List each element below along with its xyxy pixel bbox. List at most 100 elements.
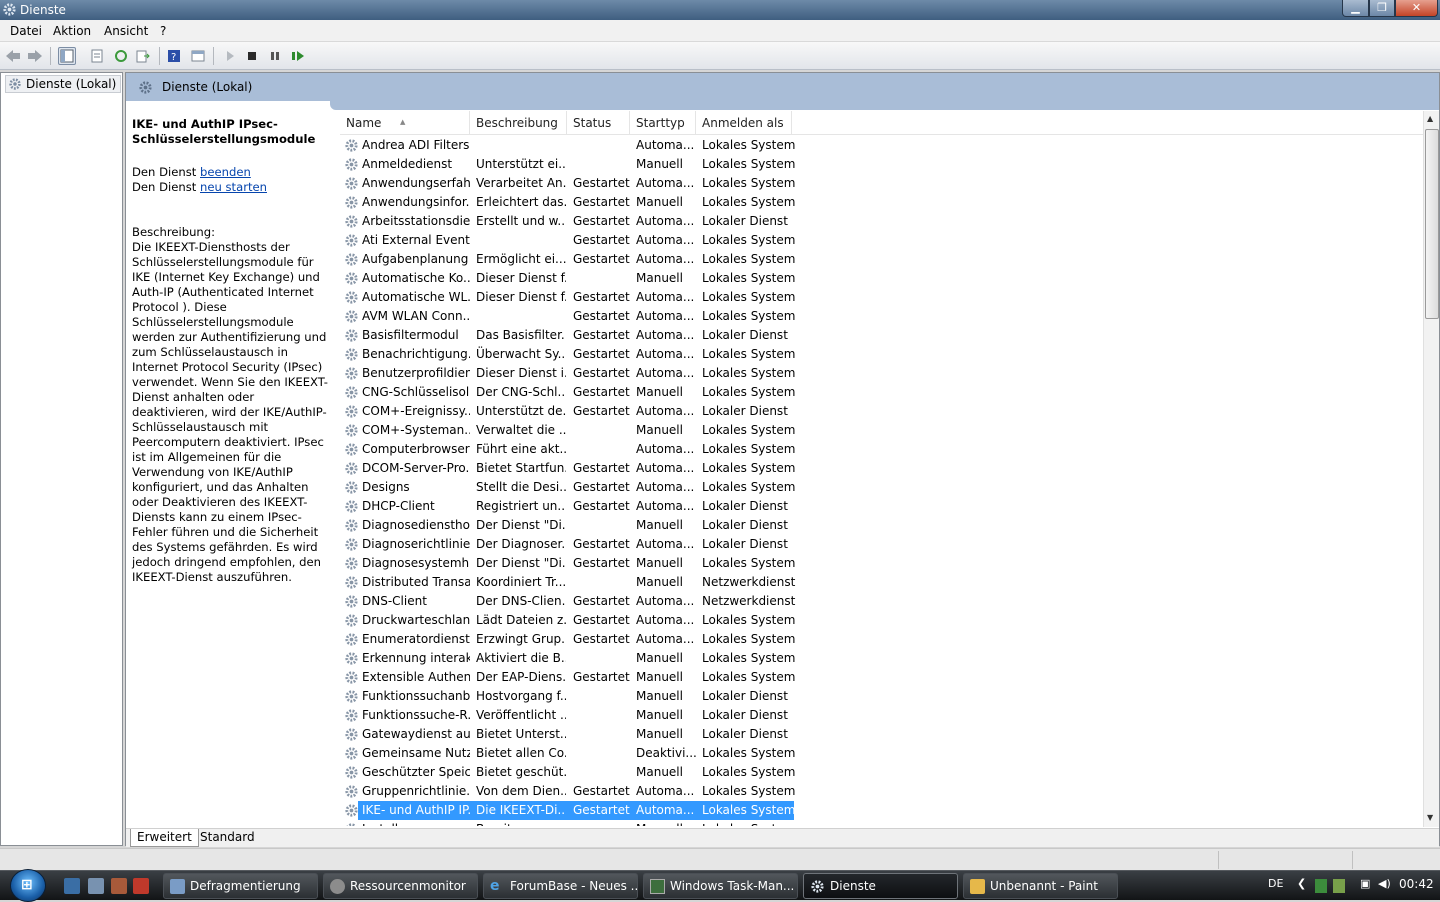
close-button[interactable]: ✕ <box>1395 0 1438 17</box>
taskbar: ⊞ Defragmentierung Ressourcenmonitor e Fo… <box>0 869 1440 902</box>
table-row[interactable]: Automatische WL... Dieser Dienst f... Gest… <box>340 288 800 307</box>
view-icon[interactable] <box>189 47 207 65</box>
table-row[interactable]: DNS-Client Der DNS-Clien... Gestartet Autom… <box>340 592 800 611</box>
column-header-logon[interactable]: Anmelden als <box>696 111 792 135</box>
column-header-status[interactable]: Status <box>567 111 630 135</box>
network-icon[interactable]: ▣ <box>1360 877 1370 890</box>
restart-icon[interactable] <box>289 47 307 65</box>
language-indicator[interactable]: DE <box>1268 877 1283 890</box>
table-row[interactable]: IKE- und AuthIP IP... Die IKEEXT-Di... Ges… <box>340 801 800 820</box>
service-starttype: Automa... <box>636 537 695 551</box>
taskbar-button-paint[interactable]: Unbenannt - Paint <box>963 873 1118 899</box>
table-row[interactable]: Diagnoserichtlinie... Der Diagnoser... Ges… <box>340 535 800 554</box>
table-row[interactable]: Install... Bereit... Manuell Lokales System <box>340 820 800 826</box>
taskbar-button-task-manager[interactable]: Windows Task-Man... <box>643 873 798 899</box>
gear-icon <box>345 576 358 589</box>
taskbar-button-resource-monitor[interactable]: Ressourcenmonitor <box>323 873 478 899</box>
menu-help[interactable]: ? <box>160 24 166 38</box>
table-row[interactable]: Geschützter Speic... Bietet geschüt... Man… <box>340 763 800 782</box>
restart-service-link[interactable]: neu starten <box>200 180 267 194</box>
menu-aktion[interactable]: Aktion <box>53 24 91 38</box>
scroll-up-icon[interactable]: ▲ <box>1427 114 1433 123</box>
table-row[interactable]: Gruppenrichtlinie... Von dem Dien... Gesta… <box>340 782 800 801</box>
service-logon: Lokales System <box>702 556 796 570</box>
tray-app-icon[interactable] <box>1315 879 1327 893</box>
table-row[interactable]: Ati External Event ... Gestartet Automa...… <box>340 231 800 250</box>
table-row[interactable]: Benutzerprofildienst Dieser Dienst i... Ge… <box>340 364 800 383</box>
service-status: Gestartet <box>573 556 630 570</box>
taskbar-button-services[interactable]: Dienste <box>803 873 958 899</box>
tray-expand-icon[interactable]: ❮ <box>1297 877 1306 890</box>
volume-icon[interactable]: ◀) <box>1378 877 1391 890</box>
defrag-icon <box>170 879 185 894</box>
table-row[interactable]: Benachrichtigung... Überwacht Sy... Gestar… <box>340 345 800 364</box>
stop-icon[interactable] <box>243 47 261 65</box>
start-button[interactable]: ⊞ <box>10 869 46 902</box>
table-row[interactable]: DHCP-Client Registriert un... Gestartet Aut… <box>340 497 800 516</box>
scroll-down-icon[interactable]: ▼ <box>1427 813 1433 822</box>
table-row[interactable]: AVM WLAN Conn... Gestartet Automa... Lokale… <box>340 307 800 326</box>
table-row[interactable]: CNG-Schlüsselisol... Der CNG-Schl... Gesta… <box>340 383 800 402</box>
help-icon[interactable]: ? <box>165 47 183 65</box>
minimize-button[interactable]: ▁ <box>1342 0 1369 17</box>
table-row[interactable]: Gemeinsame Nutz... Bietet allen Co... Deak… <box>340 744 800 763</box>
refresh-icon[interactable] <box>112 47 130 65</box>
table-row[interactable]: Diagnosesystemh... Der Dienst "Di... Gesta… <box>340 554 800 573</box>
scroll-thumb[interactable] <box>1425 129 1439 319</box>
tray-wlan-icon[interactable] <box>1333 879 1345 893</box>
switch-windows-icon[interactable] <box>88 878 104 894</box>
taskbar-button-browser[interactable]: e ForumBase - Neues ... <box>483 873 638 899</box>
table-row[interactable]: Enumeratordienst ... Erzwingt Grup... Gest… <box>340 630 800 649</box>
menu-ansicht[interactable]: Ansicht <box>104 24 148 38</box>
tab-extended[interactable]: Erweitert <box>130 829 199 847</box>
column-header-description[interactable]: Beschreibung <box>470 111 567 135</box>
tab-standard[interactable]: Standard <box>194 829 261 847</box>
table-row[interactable]: Basisfiltermodul Das Basisfilter... Gestar… <box>340 326 800 345</box>
table-row[interactable]: Designs Stellt die Desi... Gestartet Automa… <box>340 478 800 497</box>
table-row[interactable]: Automatische Ko... Dieser Dienst f... Manu… <box>340 269 800 288</box>
table-row[interactable]: Extensible Authen... Der EAP-Diens... Gest… <box>340 668 800 687</box>
service-logon: Lokaler Dienst <box>702 214 788 228</box>
table-row[interactable]: Distributed Transa... Koordiniert Tr... Ma… <box>340 573 800 592</box>
maximize-button[interactable]: ❐ <box>1369 0 1395 17</box>
taskbar-button-defrag[interactable]: Defragmentierung <box>163 873 318 899</box>
clock[interactable]: 00:42 <box>1399 877 1434 891</box>
gear-icon <box>3 3 16 16</box>
column-header-starttype[interactable]: Starttyp <box>630 111 696 135</box>
table-row[interactable]: COM+-Ereignissy... Unterstützt de... Gesta… <box>340 402 800 421</box>
export-list-icon[interactable] <box>134 47 152 65</box>
table-row[interactable]: Anmeldedienst Unterstützt ei... Manuell Lok… <box>340 155 800 174</box>
table-row[interactable]: Anwendungserfah... Verarbeitet An... Gesta… <box>340 174 800 193</box>
show-desktop-icon[interactable] <box>64 878 80 894</box>
table-row[interactable]: Computerbrowser Führt eine akt... Automa..… <box>340 440 800 459</box>
table-row[interactable]: Gatewaydienst auf... Bietet Unterst... Man… <box>340 725 800 744</box>
table-row[interactable]: Arbeitsstationsdie... Erstellt und w... Ge… <box>340 212 800 231</box>
table-row[interactable]: Erkennung interak... Aktiviert die B... Ma… <box>340 649 800 668</box>
table-row[interactable]: Funktionssuche-R... Veröffentlicht ... Man… <box>340 706 800 725</box>
back-arrow-icon[interactable] <box>4 47 22 65</box>
pdf-icon[interactable] <box>133 878 149 894</box>
column-header-name[interactable]: ▲ Name <box>340 111 470 135</box>
table-row[interactable]: Funktionssuchanb... Hostvorgang f... Manue… <box>340 687 800 706</box>
table-row[interactable]: DCOM-Server-Pro... Bietet Startfun... Gest… <box>340 459 800 478</box>
forward-arrow-icon[interactable] <box>26 47 44 65</box>
table-row[interactable]: Druckwarteschlan... Lädt Dateien z... Gest… <box>340 611 800 630</box>
service-logon: Lokaler Dienst <box>702 328 788 342</box>
service-name: Extensible Authen... <box>362 670 470 684</box>
play-icon[interactable] <box>221 47 239 65</box>
media-player-icon[interactable] <box>111 878 127 894</box>
service-name: Funktionssuche-R... <box>362 708 470 722</box>
table-row[interactable]: Andrea ADI Filters ... Automa... Lokales S… <box>340 136 800 155</box>
table-row[interactable]: Anwendungsinfor... Erleichtert das... Gest… <box>340 193 800 212</box>
vertical-scrollbar[interactable]: ▲ ▼ <box>1423 111 1439 827</box>
menu-datei[interactable]: Datei <box>10 24 42 38</box>
properties-icon[interactable] <box>88 47 106 65</box>
service-description: Der DNS-Clien... <box>476 594 566 608</box>
table-row[interactable]: COM+-Systeman... Verwaltet die ... Manuell… <box>340 421 800 440</box>
table-row[interactable]: Diagnosediensthost Der Dienst "Di... Manue… <box>340 516 800 535</box>
console-tree-icon[interactable] <box>58 47 76 65</box>
stop-service-link[interactable]: beenden <box>200 165 251 179</box>
tree-node-services-local[interactable]: Dienste (Lokal) <box>5 75 122 93</box>
table-row[interactable]: Aufgabenplanung Ermöglicht ei... Gestartet… <box>340 250 800 269</box>
pause-icon[interactable] <box>266 47 284 65</box>
